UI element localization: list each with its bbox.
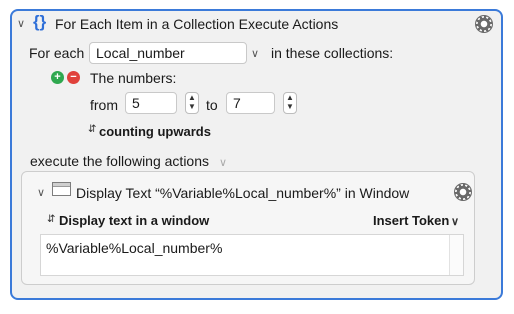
- variable-chevron-down-icon[interactable]: ∨: [251, 47, 259, 60]
- updown-chevron-icon[interactable]: ⇵: [88, 124, 96, 135]
- execute-label: execute the following actions: [30, 153, 209, 169]
- for-each-label: For each: [29, 45, 85, 61]
- scrollbar[interactable]: [449, 235, 463, 275]
- to-label: to: [206, 97, 218, 113]
- action-title: For Each Item in a Collection Execute Ac…: [55, 16, 339, 32]
- variable-field[interactable]: Local_number: [89, 42, 247, 64]
- collection-name: The numbers:: [90, 70, 177, 86]
- sub-action-title: Display Text “%Variable%Local_number%” i…: [76, 185, 410, 201]
- to-field[interactable]: 7: [226, 92, 275, 114]
- insert-token-button[interactable]: Insert Token: [373, 213, 449, 228]
- from-field[interactable]: 5: [125, 92, 177, 114]
- display-text-area[interactable]: %Variable%Local_number%: [40, 234, 464, 276]
- mode-updown-chevron-icon[interactable]: ⇵: [47, 214, 55, 225]
- from-stepper[interactable]: ▲ ▼: [185, 92, 199, 114]
- direction-popup[interactable]: counting upwards: [99, 124, 211, 139]
- window-icon: [52, 182, 71, 196]
- gear-icon[interactable]: [475, 15, 493, 33]
- to-stepper[interactable]: ▲ ▼: [283, 92, 297, 114]
- sub-gear-icon[interactable]: [454, 183, 472, 201]
- from-label: from: [90, 97, 118, 113]
- minus-circle-icon[interactable]: −: [67, 71, 80, 84]
- display-text-value: %Variable%Local_number%: [46, 240, 223, 256]
- execute-chevron-down-icon[interactable]: ∨: [219, 156, 227, 169]
- insert-token-chevron-down-icon[interactable]: ∨: [451, 215, 459, 228]
- mode-popup[interactable]: Display text in a window: [59, 213, 209, 228]
- collapse-chevron-down-icon[interactable]: ∨: [17, 17, 25, 30]
- braces-icon: {}: [33, 12, 47, 31]
- plus-circle-icon[interactable]: +: [51, 71, 64, 84]
- in-collections-label: in these collections:: [271, 45, 394, 61]
- sub-collapse-chevron-down-icon[interactable]: ∨: [37, 186, 45, 199]
